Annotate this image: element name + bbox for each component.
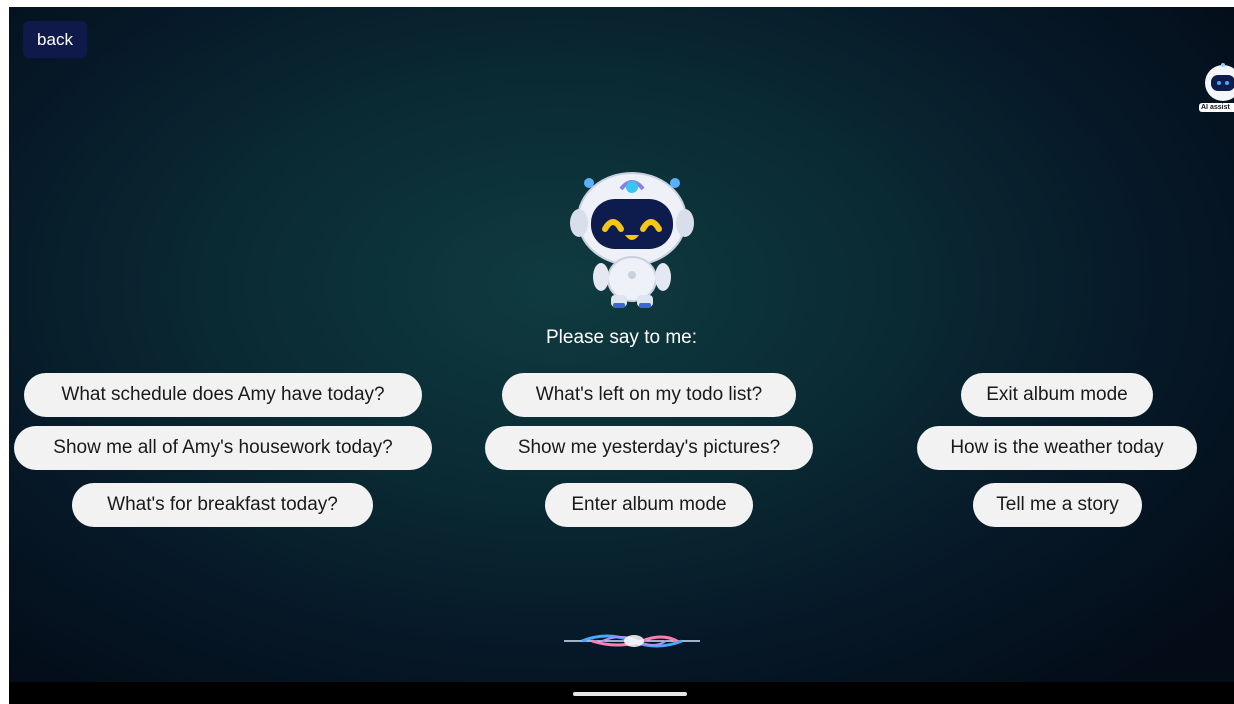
suggestion-exit-album[interactable]: Exit album mode bbox=[961, 373, 1153, 417]
back-button[interactable]: back bbox=[23, 21, 87, 58]
suggestion-amy-housework[interactable]: Show me all of Amy's housework today? bbox=[14, 426, 432, 470]
suggestion-todo-list[interactable]: What's left on my todo list? bbox=[502, 373, 796, 417]
robot-mascot-icon bbox=[570, 172, 694, 308]
suggestion-weather[interactable]: How is the weather today bbox=[917, 426, 1197, 470]
suggestion-story[interactable]: Tell me a story bbox=[973, 483, 1142, 527]
robot-icon bbox=[1205, 63, 1234, 101]
system-nav-bar bbox=[9, 682, 1234, 704]
app-screen: back AI assist Please say to me: What sc… bbox=[9, 7, 1234, 704]
voice-waveform-icon bbox=[564, 634, 700, 648]
suggestion-enter-album[interactable]: Enter album mode bbox=[545, 483, 753, 527]
ai-assistant-label: AI assist bbox=[1199, 103, 1234, 112]
suggestion-amy-schedule[interactable]: What schedule does Amy have today? bbox=[24, 373, 422, 417]
suggestion-breakfast[interactable]: What's for breakfast today? bbox=[72, 483, 373, 527]
prompt-text: Please say to me: bbox=[545, 327, 698, 348]
suggestion-yesterday-pictures[interactable]: Show me yesterday's pictures? bbox=[485, 426, 813, 470]
ai-assistant-button[interactable]: AI assist bbox=[1199, 59, 1234, 112]
home-indicator[interactable] bbox=[573, 692, 687, 696]
